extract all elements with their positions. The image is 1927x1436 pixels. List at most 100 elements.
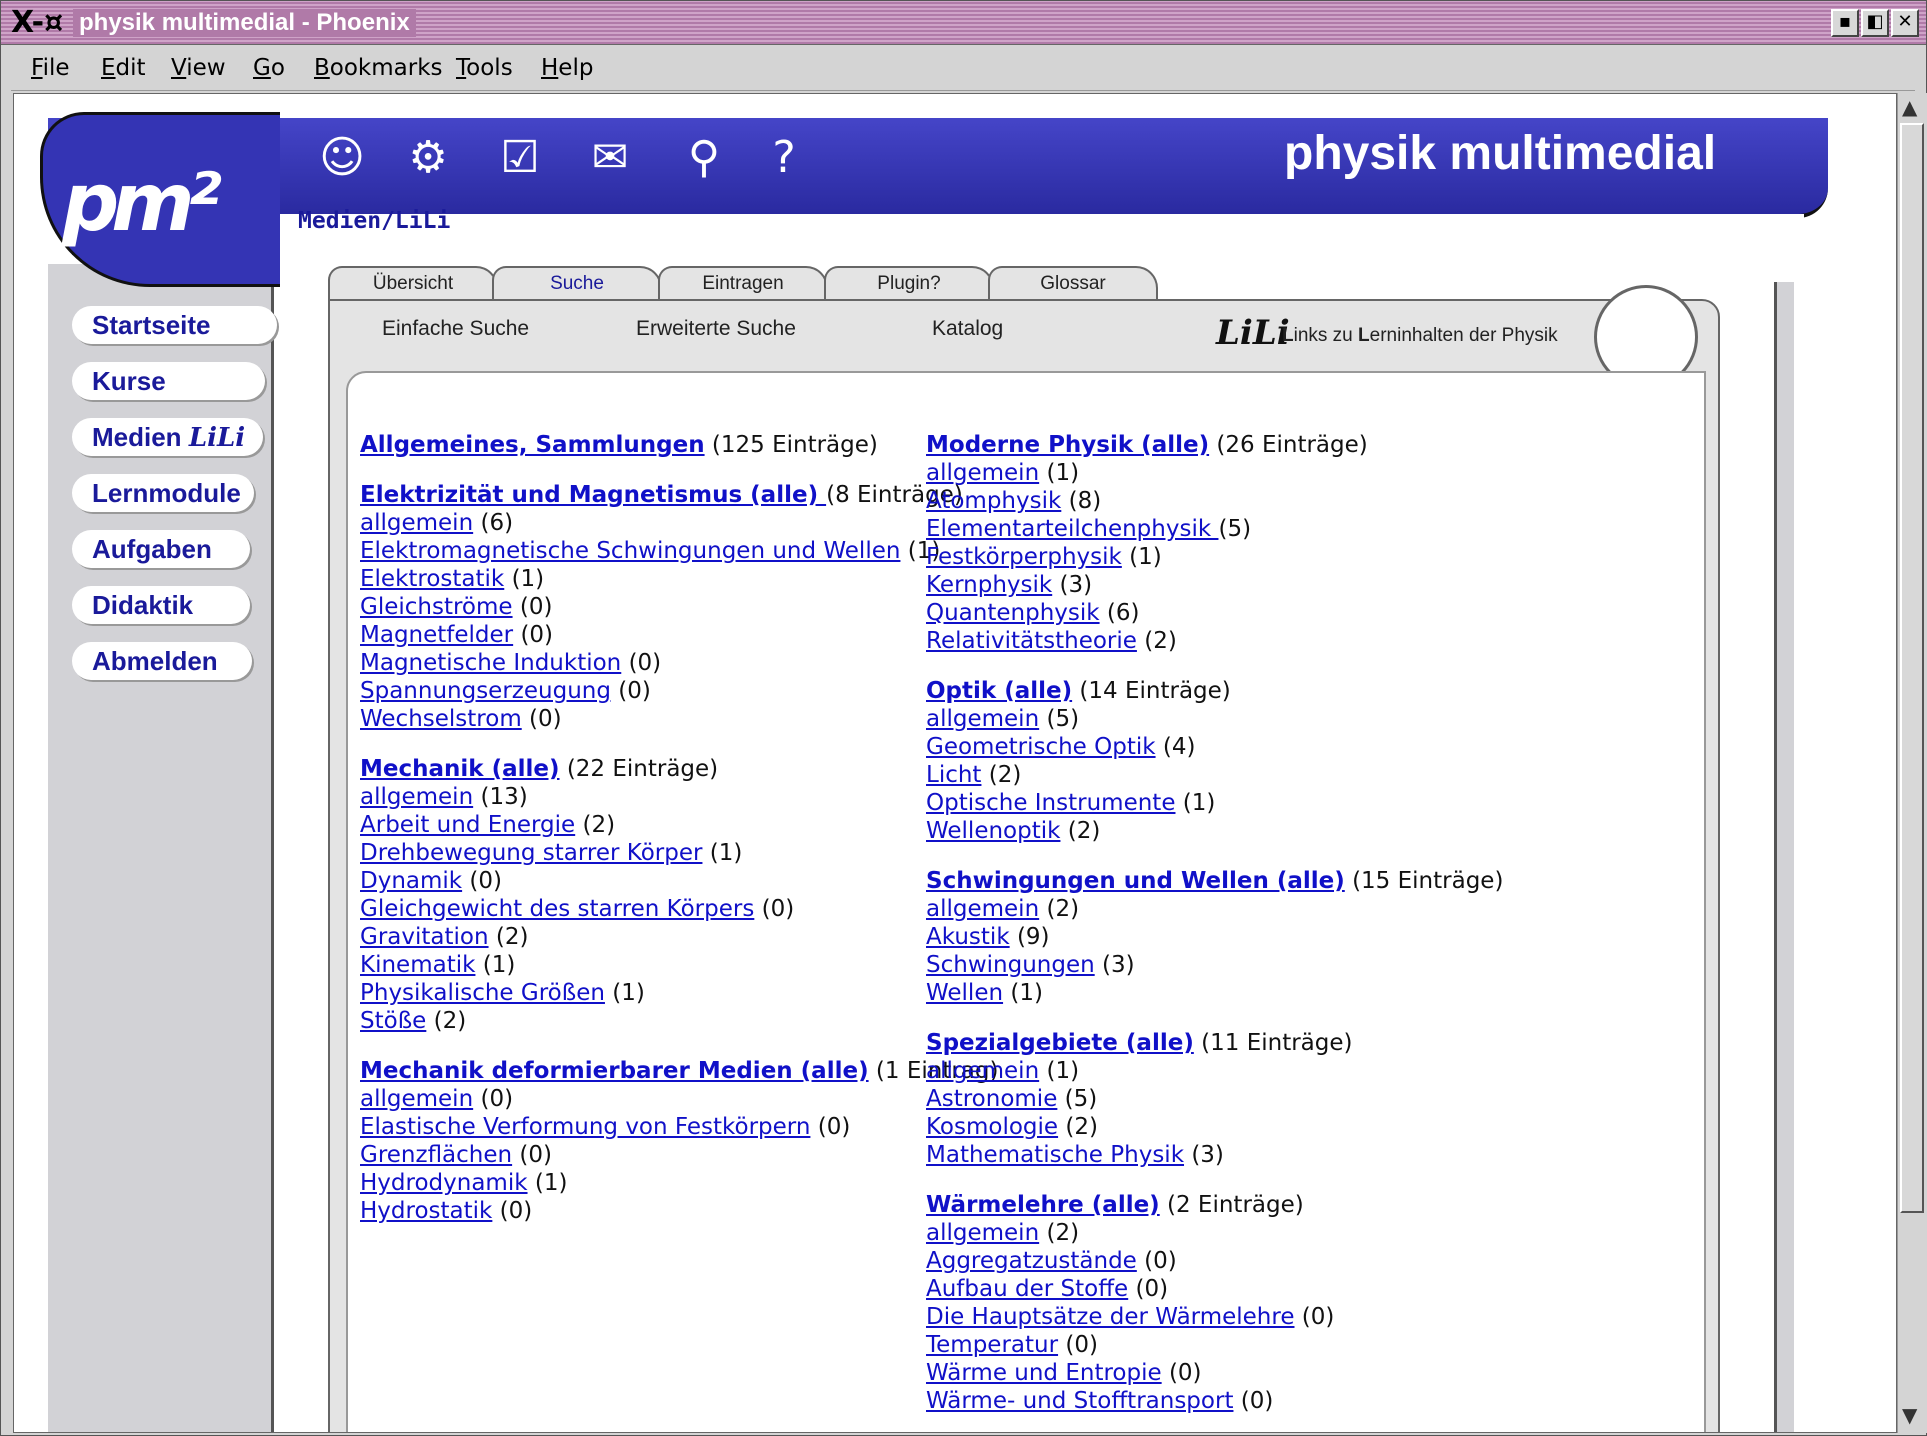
menu-tools[interactable]: Tools bbox=[456, 55, 513, 81]
menu-go[interactable]: Go bbox=[253, 55, 285, 81]
category-link[interactable]: Elektrizität und Magnetismus (alle) bbox=[360, 482, 826, 508]
scrollbar-thumb[interactable] bbox=[1900, 123, 1924, 1213]
subcategory-link[interactable]: Spannungserzeugung bbox=[360, 678, 611, 704]
subcategory-link[interactable]: Relativitätstheorie bbox=[926, 628, 1137, 654]
subnav-katalog[interactable]: Katalog bbox=[932, 317, 1003, 341]
subcategory-link[interactable]: Stöße bbox=[360, 1008, 426, 1034]
subcategory-link[interactable]: Physikalische Größen bbox=[360, 980, 605, 1006]
subcategory-link[interactable]: Wellen bbox=[926, 980, 1003, 1006]
subcategory-link[interactable]: Kinematik bbox=[360, 952, 475, 978]
tab-plugin[interactable]: Plugin? bbox=[824, 266, 994, 300]
subcategory-link[interactable]: Temperatur bbox=[926, 1332, 1058, 1358]
subcategory-link[interactable]: Elastische Verformung von Festkörpern bbox=[360, 1114, 810, 1140]
subcategory-link[interactable]: Aggregatzustände bbox=[926, 1248, 1137, 1274]
face-icon[interactable]: ☺ bbox=[312, 128, 372, 188]
category-link[interactable]: Mechanik (alle) bbox=[360, 756, 560, 782]
menu-edit[interactable]: Edit bbox=[101, 55, 146, 81]
subcategory-link[interactable]: Wechselstrom bbox=[360, 706, 522, 732]
subcategory-link[interactable]: Grenzflächen bbox=[360, 1142, 512, 1168]
subcategory-link[interactable]: allgemein bbox=[926, 896, 1039, 922]
subcategory-link[interactable]: Magnetische Induktion bbox=[360, 650, 621, 676]
subcategory-link[interactable]: allgemein bbox=[360, 784, 473, 810]
subcategory-link[interactable]: Drehbewegung starrer Körper bbox=[360, 840, 702, 866]
sidebar-item-kurse[interactable]: Kurse bbox=[72, 362, 265, 400]
subcategory-link[interactable]: Elementarteilchenphysik bbox=[926, 516, 1218, 542]
subcategory-link[interactable]: Schwingungen bbox=[926, 952, 1095, 978]
subcategory-link[interactable]: Kosmologie bbox=[926, 1114, 1058, 1140]
category-link[interactable]: Optik (alle) bbox=[926, 678, 1072, 704]
menu-help[interactable]: Help bbox=[541, 55, 593, 81]
maximize-button[interactable]: ◧ bbox=[1861, 9, 1889, 37]
checklist-icon[interactable]: ☑ bbox=[490, 128, 550, 188]
subcategory-link[interactable]: Arbeit und Energie bbox=[360, 812, 575, 838]
category-link[interactable]: Mechanik deformierbarer Medien (alle) bbox=[360, 1058, 869, 1084]
subcategory-count: (0) bbox=[519, 1142, 553, 1168]
subcategory-link[interactable]: Gleichströme bbox=[360, 594, 513, 620]
subcategory-link[interactable]: allgemein bbox=[360, 1086, 473, 1112]
sidebar-item-medien[interactable]: Medien LiLi bbox=[72, 418, 263, 456]
category-link[interactable]: Spezialgebiete (alle) bbox=[926, 1030, 1194, 1056]
sidebar-item-aufgaben[interactable]: Aufgaben bbox=[72, 530, 250, 568]
subcategory-link[interactable]: Die Hauptsätze der Wärmelehre bbox=[926, 1304, 1294, 1330]
category-link[interactable]: Moderne Physik (alle) bbox=[926, 432, 1209, 458]
subcategory-link[interactable]: Astronomie bbox=[926, 1086, 1057, 1112]
category-link[interactable]: Allgemeines, Sammlungen bbox=[360, 432, 705, 458]
subcategory-link[interactable]: allgemein bbox=[926, 706, 1039, 732]
subcategory-link[interactable]: Hydrodynamik bbox=[360, 1170, 528, 1196]
subcategory-link[interactable]: allgemein bbox=[926, 1220, 1039, 1246]
subcategory-link[interactable]: Elektromagnetische Schwingungen und Well… bbox=[360, 538, 900, 564]
subcategory-link[interactable]: Licht bbox=[926, 762, 981, 788]
menu-bookmarks[interactable]: Bookmarks bbox=[314, 55, 443, 81]
subcategory-link[interactable]: Geometrische Optik bbox=[926, 734, 1156, 760]
subcategory-link[interactable]: Festkörperphysik bbox=[926, 544, 1122, 570]
subcategory-link[interactable]: Atomphysik bbox=[926, 488, 1061, 514]
tab-uebersicht[interactable]: Übersicht bbox=[328, 266, 498, 300]
menu-file[interactable]: File bbox=[31, 55, 70, 81]
subcategory-link[interactable]: Magnetfelder bbox=[360, 622, 513, 648]
page-viewport[interactable]: pm² physik multimedial Medien/LiLi ☺ ⚙ ☑… bbox=[13, 93, 1897, 1433]
menu-view[interactable]: View bbox=[171, 55, 226, 81]
subcategory-link[interactable]: Akustik bbox=[926, 924, 1010, 950]
subcategory-link[interactable]: Aufbau der Stoffe bbox=[926, 1276, 1128, 1302]
subcategory-link[interactable]: Wellenoptik bbox=[926, 818, 1060, 844]
sidebar-item-startseite[interactable]: Startseite bbox=[72, 306, 277, 344]
subcategory-link[interactable]: Quantenphysik bbox=[926, 600, 1100, 626]
subcategory-link[interactable]: allgemein bbox=[360, 510, 473, 536]
subcategory-link[interactable]: Wärme und Entropie bbox=[926, 1360, 1162, 1386]
subcategory-link[interactable]: allgemein bbox=[926, 460, 1039, 486]
minimize-button[interactable]: ▪ bbox=[1831, 9, 1859, 37]
subcategory-link[interactable]: Mathematische Physik bbox=[926, 1142, 1184, 1168]
scroll-down-arrow-icon[interactable]: ▼ bbox=[1902, 1403, 1917, 1427]
subcategory-link[interactable]: Gleichgewicht des starren Körpers bbox=[360, 896, 754, 922]
sidebar-item-abmelden[interactable]: Abmelden bbox=[72, 642, 252, 680]
mail-icon[interactable]: ✉ bbox=[580, 128, 640, 188]
tab-eintragen[interactable]: Eintragen bbox=[658, 266, 828, 300]
category-block: Allgemeines, Sammlungen (125 Einträge) bbox=[360, 431, 998, 459]
sidebar-item-lernmodule[interactable]: Lernmodule bbox=[72, 474, 254, 512]
help-icon[interactable]: ? bbox=[754, 128, 814, 188]
tab-glossar[interactable]: Glossar bbox=[988, 266, 1158, 300]
site-logo[interactable]: pm² bbox=[62, 156, 222, 249]
subcategory-link[interactable]: Gravitation bbox=[360, 924, 489, 950]
subcategory-link[interactable]: Kernphysik bbox=[926, 572, 1052, 598]
subcategory-link[interactable]: Dynamik bbox=[360, 868, 462, 894]
category-link[interactable]: Wärmelehre (alle) bbox=[926, 1192, 1160, 1218]
title-bar[interactable]: X-¤ physik multimedial - Phoenix ▪ ◧ ✕ bbox=[1, 1, 1926, 45]
scroll-up-arrow-icon[interactable]: ▲ bbox=[1902, 95, 1917, 119]
subnav-erweiterte-suche[interactable]: Erweiterte Suche bbox=[636, 317, 796, 341]
subnav-einfache-suche[interactable]: Einfache Suche bbox=[382, 317, 529, 341]
subcategory-link[interactable]: Elektrostatik bbox=[360, 566, 504, 592]
subcategory-link[interactable]: Optische Instrumente bbox=[926, 790, 1175, 816]
subcategory-link[interactable]: Wärme- und Stofftransport bbox=[926, 1388, 1233, 1414]
subcategory-link[interactable]: Hydrostatik bbox=[360, 1198, 492, 1224]
binoculars-icon[interactable]: ⚲ bbox=[674, 128, 734, 188]
vertical-scrollbar[interactable]: ▲ ▼ bbox=[1897, 93, 1927, 1433]
subcategory-count: (0) bbox=[618, 678, 651, 704]
category-link[interactable]: Schwingungen und Wellen (alle) bbox=[926, 868, 1345, 894]
subcategory-link[interactable]: allgemein bbox=[926, 1058, 1039, 1084]
gears-icon[interactable]: ⚙ bbox=[398, 128, 458, 188]
tab-suche[interactable]: Suche bbox=[492, 266, 662, 300]
subcategory-row: Wellenoptik (2) bbox=[926, 817, 1503, 845]
close-button[interactable]: ✕ bbox=[1891, 9, 1919, 37]
sidebar-item-didaktik[interactable]: Didaktik bbox=[72, 586, 250, 624]
